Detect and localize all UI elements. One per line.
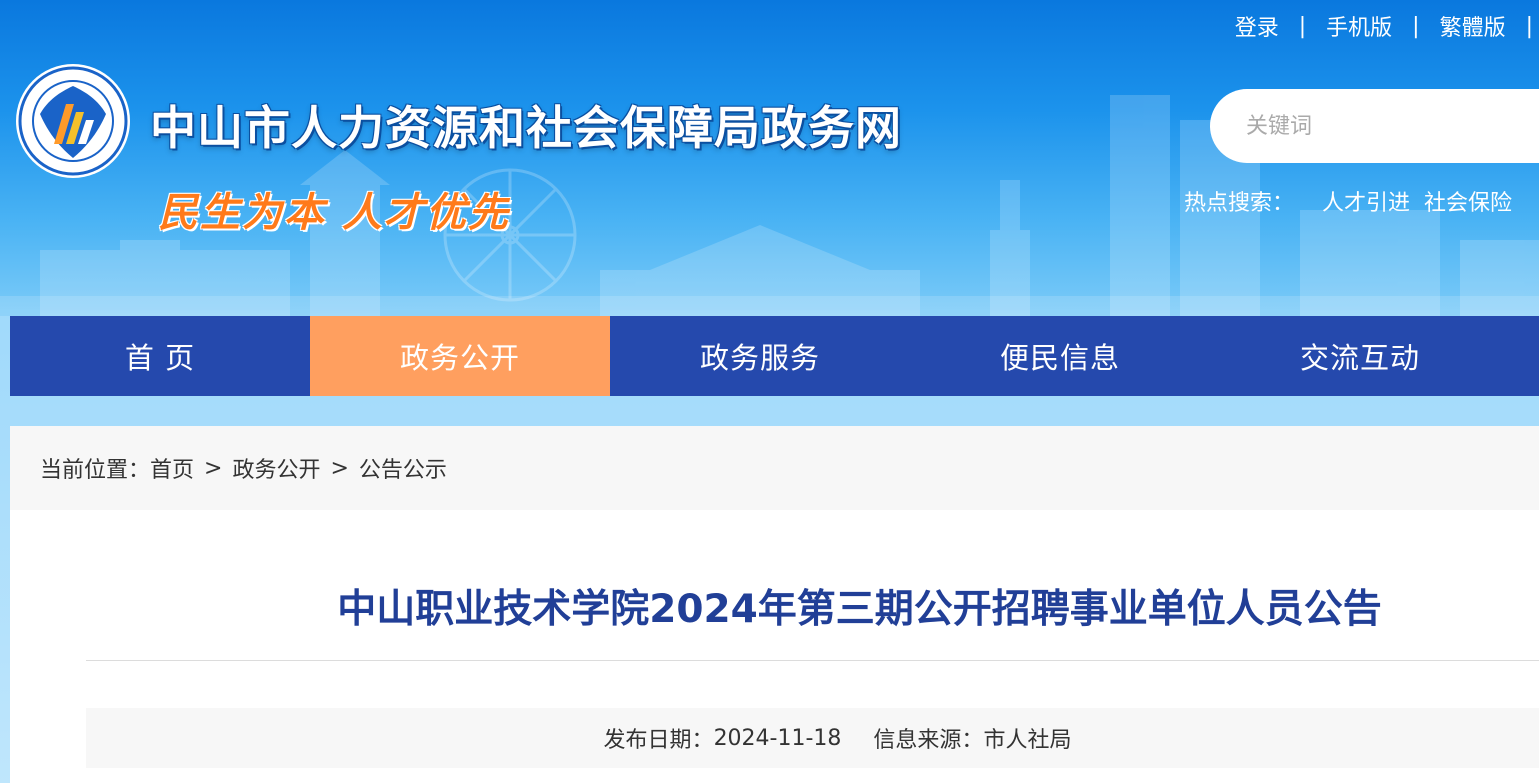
link-separator: |	[1525, 13, 1533, 39]
traditional-chinese-link[interactable]: 繁體版	[1440, 10, 1506, 42]
site-title[interactable]: 中山市人力资源和社会保障局政务网	[150, 92, 902, 158]
nav-item-home[interactable]: 首 页	[10, 316, 310, 396]
source-label: 信息来源：	[873, 728, 984, 753]
breadcrumb: 当前位置： 首页 > 政务公开 > 公告公示	[10, 426, 1539, 510]
nav-item-convenience-info[interactable]: 便民信息	[910, 316, 1210, 396]
search-box	[1210, 89, 1539, 163]
main-nav: 首 页 政务公开 政务服务 便民信息 交流互动	[10, 316, 1539, 396]
breadcrumb-item-government-affairs-open[interactable]: 政务公开	[232, 452, 320, 484]
bureau-emblem-logo[interactable]	[14, 62, 132, 180]
top-utility-links: 登录 | 手机版 | 繁體版 |	[1235, 10, 1539, 42]
breadcrumb-item-announcements[interactable]: 公告公示	[359, 452, 447, 484]
mobile-version-link[interactable]: 手机版	[1326, 10, 1392, 42]
content-panel: 当前位置： 首页 > 政务公开 > 公告公示 中山职业技术学院2024年第三期公…	[10, 426, 1539, 783]
hot-search-label: 热点搜索：	[1184, 191, 1295, 216]
nav-item-interaction[interactable]: 交流互动	[1210, 316, 1510, 396]
breadcrumb-separator: >	[204, 455, 223, 481]
publish-date: 2024-11-18	[713, 725, 842, 751]
login-link[interactable]: 登录	[1235, 10, 1279, 42]
article-meta: 发布日期： 2024-11-18 信息来源： 市人社局	[86, 708, 1539, 768]
search-input[interactable]	[1246, 113, 1526, 139]
nav-item-government-affairs-open[interactable]: 政务公开	[310, 316, 610, 396]
hot-search: 热点搜索： 人才引进 社会保险	[1184, 186, 1526, 216]
breadcrumb-item-home[interactable]: 首页	[150, 452, 194, 484]
breadcrumb-label: 当前位置：	[40, 458, 151, 483]
hot-search-keyword[interactable]: 人才引进	[1322, 185, 1410, 217]
nav-item-government-services[interactable]: 政务服务	[610, 316, 910, 396]
title-divider	[86, 660, 1539, 661]
site-slogan: 民生为本 人才优先	[158, 189, 510, 236]
link-separator: |	[1298, 13, 1307, 39]
article-title: 中山职业技术学院2024年第三期公开招聘事业单位人员公告	[337, 587, 1382, 632]
breadcrumb-separator: >	[330, 455, 349, 481]
hot-search-keyword[interactable]: 社会保险	[1424, 185, 1512, 217]
site-header: 登录 | 手机版 | 繁體版 | 中山市人力资源和社会保障局政务网 民生为本 人…	[0, 0, 1539, 316]
publish-date-label: 发布日期：	[603, 728, 714, 753]
link-separator: |	[1412, 13, 1420, 39]
source-value: 市人社局	[983, 728, 1072, 753]
